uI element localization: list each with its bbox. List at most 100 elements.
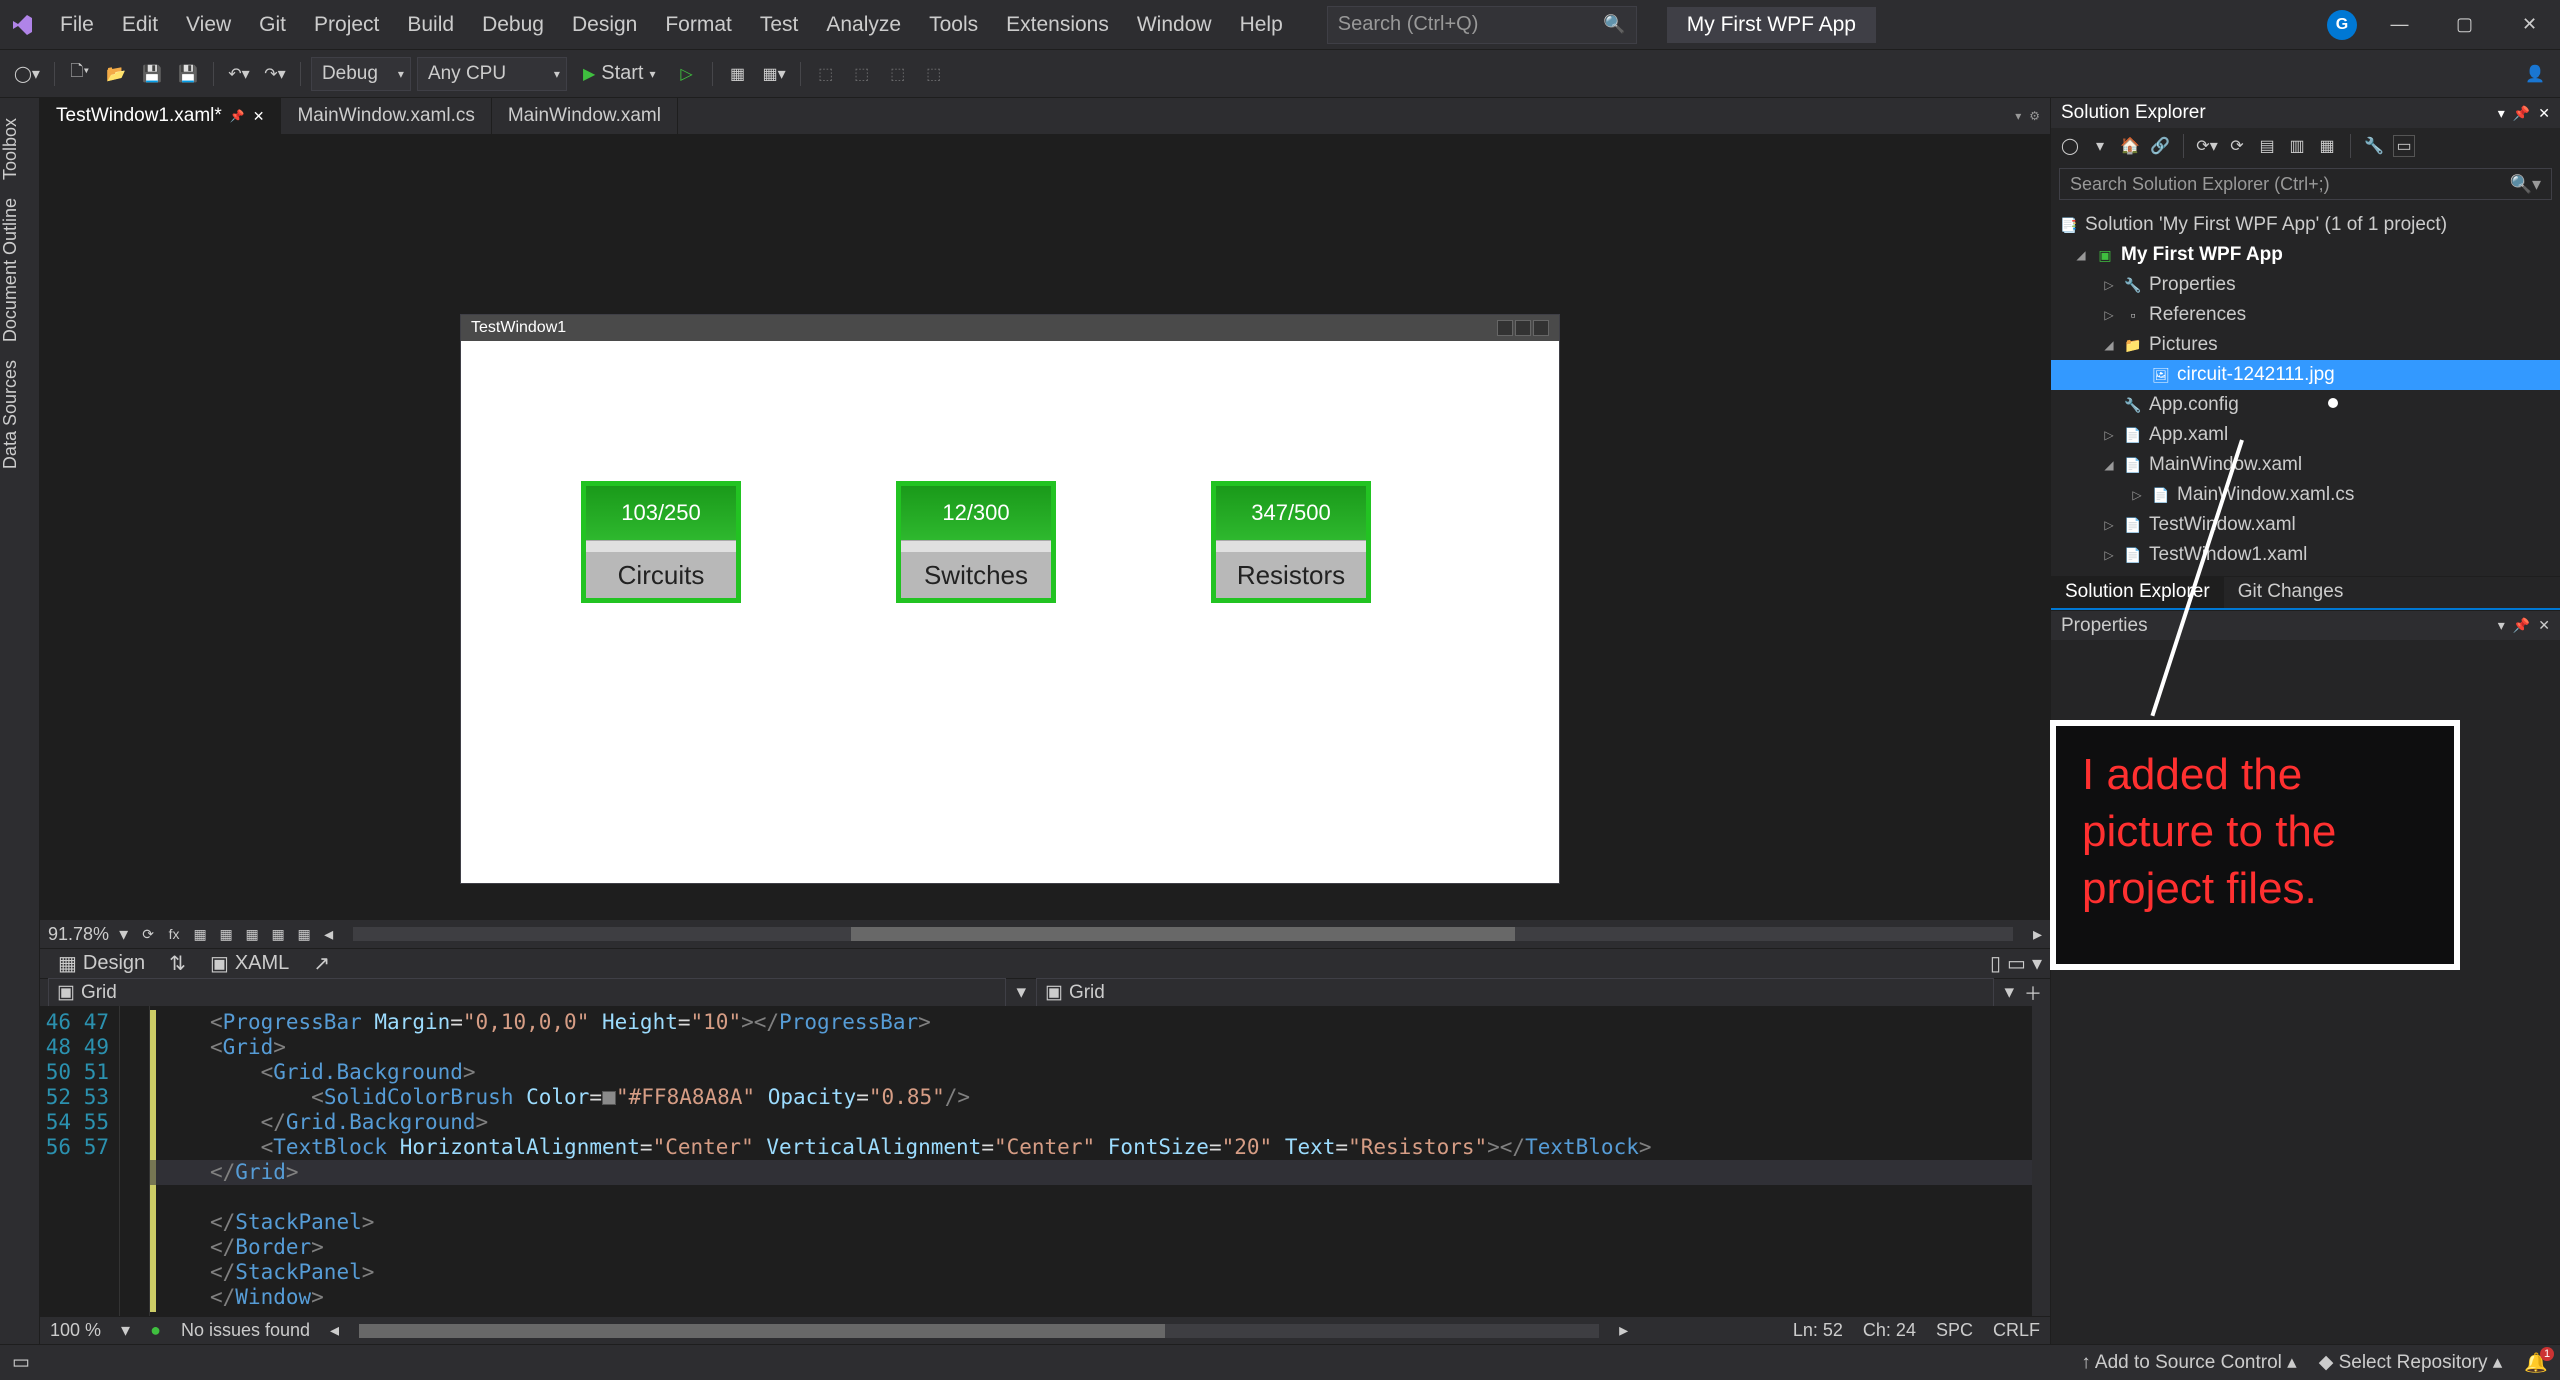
select-repository[interactable]: ◆ Select Repository ▴: [2319, 1351, 2503, 1374]
toolbox-tab[interactable]: Toolbox: [0, 118, 39, 180]
crumb-left[interactable]: ▣ Grid: [48, 978, 1006, 1007]
card-switches[interactable]: 12/300 Switches: [896, 481, 1056, 603]
panel-pin-icon[interactable]: 📌: [2513, 105, 2530, 122]
swap-icon[interactable]: ⇅: [169, 951, 186, 976]
global-search-input[interactable]: Search (Ctrl+Q) 🔍: [1327, 6, 1637, 44]
xaml-editor[interactable]: 46 47 48 49 50 51 52 53 54 55 56 57 <Pro…: [40, 1006, 2050, 1316]
output-icon[interactable]: ▭: [12, 1351, 30, 1374]
grid-icon[interactable]: ▦: [190, 924, 210, 944]
design-view-tab[interactable]: ▦ Design: [48, 949, 155, 978]
se-showall-icon[interactable]: ▥: [2286, 135, 2308, 157]
redo-button[interactable]: ↷▾: [260, 58, 290, 90]
close-icon[interactable]: ✕: [253, 108, 265, 125]
panel-close-icon[interactable]: ✕: [2538, 617, 2550, 634]
collapse-icon[interactable]: ▾: [2032, 951, 2042, 976]
tree-references[interactable]: ▷▫References: [2051, 300, 2560, 330]
zoom-level[interactable]: 91.78%: [48, 924, 109, 945]
se-fwd-icon[interactable]: ▾: [2089, 135, 2111, 157]
platform-dropdown[interactable]: Any CPU: [417, 57, 567, 91]
tree-properties[interactable]: ▷🔧Properties: [2051, 270, 2560, 300]
split-h-icon[interactable]: ▯: [1990, 951, 2001, 976]
se-collapse-icon[interactable]: ▤: [2256, 135, 2278, 157]
code-content[interactable]: <ProgressBar Margin="0,10,0,0" Height="1…: [150, 1006, 2032, 1316]
tree-project[interactable]: ◢▣My First WPF App: [2051, 240, 2560, 270]
menu-build[interactable]: Build: [393, 7, 468, 43]
indent-mode[interactable]: SPC: [1936, 1320, 1973, 1341]
menu-analyze[interactable]: Analyze: [812, 7, 915, 43]
tab-settings-gear-icon[interactable]: ⚙: [2029, 109, 2040, 123]
notifications-bell-icon[interactable]: 🔔1: [2524, 1351, 2548, 1375]
card-circuits[interactable]: 103/250 Circuits: [581, 481, 741, 603]
document-outline-tab[interactable]: Document Outline: [0, 198, 39, 342]
se-home-icon[interactable]: 🏠: [2119, 135, 2141, 157]
pin-icon[interactable]: 📌: [230, 109, 245, 123]
menu-debug[interactable]: Debug: [468, 7, 558, 43]
minimize-button[interactable]: —: [2377, 10, 2422, 40]
live-share-button[interactable]: 👤: [2520, 58, 2550, 90]
menu-design[interactable]: Design: [558, 7, 651, 43]
data-sources-tab[interactable]: Data Sources: [0, 360, 39, 469]
save-all-button[interactable]: 💾: [173, 58, 203, 90]
se-sync-icon[interactable]: 🔗: [2149, 135, 2171, 157]
se-prop-icon[interactable]: 🔧: [2363, 135, 2385, 157]
se-refresh-icon[interactable]: ⟳▾: [2196, 135, 2218, 157]
tree-testwindow[interactable]: ▷📄TestWindow.xaml: [2051, 510, 2560, 540]
card-resistors[interactable]: 347/500 Resistors: [1211, 481, 1371, 603]
fit-icon[interactable]: ⟳: [138, 924, 158, 944]
tab-testwindow1[interactable]: TestWindow1.xaml* 📌 ✕: [40, 98, 281, 134]
menu-format[interactable]: Format: [651, 7, 746, 43]
menu-help[interactable]: Help: [1226, 7, 1297, 43]
se-refresh2-icon[interactable]: ⟳: [2226, 135, 2248, 157]
editor-zoom[interactable]: 100 %: [50, 1320, 101, 1341]
tree-testwindow1[interactable]: ▷📄TestWindow1.xaml: [2051, 540, 2560, 570]
menu-view[interactable]: View: [172, 7, 245, 43]
eol-mode[interactable]: CRLF: [1993, 1320, 2040, 1341]
menu-project[interactable]: Project: [300, 7, 393, 43]
start-debug-button[interactable]: ▶ Start ▾: [573, 57, 666, 91]
menu-extensions[interactable]: Extensions: [992, 7, 1123, 43]
menu-test[interactable]: Test: [746, 7, 813, 43]
panel-close-icon[interactable]: ✕: [2538, 105, 2550, 122]
design-canvas[interactable]: TestWindow1 103/250 Circuits 12/300 Swit…: [460, 314, 1560, 884]
fx-icon[interactable]: fx: [164, 924, 184, 944]
popout-icon[interactable]: ↗: [313, 951, 330, 976]
tree-mainxamlcs[interactable]: ▷📄MainWindow.xaml.cs: [2051, 480, 2560, 510]
se-preview-icon[interactable]: ▭: [2393, 135, 2415, 157]
config-dropdown[interactable]: Debug: [311, 57, 411, 91]
tab-git-changes[interactable]: Git Changes: [2224, 577, 2358, 608]
editor-vscroll[interactable]: [2032, 1006, 2050, 1316]
maximize-button[interactable]: ▢: [2442, 10, 2487, 40]
designer-hscroll[interactable]: [353, 927, 2013, 941]
snap4-icon[interactable]: ▦: [294, 924, 314, 944]
nav-back-button[interactable]: ◯▾: [10, 58, 44, 90]
menu-file[interactable]: File: [46, 7, 108, 43]
tab-mainwindow-cs[interactable]: MainWindow.xaml.cs: [281, 98, 491, 134]
split-v-icon[interactable]: ▭: [2007, 951, 2026, 976]
menu-git[interactable]: Git: [245, 7, 300, 43]
menu-tools[interactable]: Tools: [915, 7, 992, 43]
menu-window[interactable]: Window: [1123, 7, 1226, 43]
menu-edit[interactable]: Edit: [108, 7, 172, 43]
start-without-debug-button[interactable]: ▷: [672, 58, 702, 90]
panel-dropdown-icon[interactable]: ▾: [2498, 617, 2505, 634]
undo-button[interactable]: ↶▾: [224, 58, 254, 90]
se-search-input[interactable]: Search Solution Explorer (Ctrl+;) 🔍▾: [2059, 168, 2552, 200]
editor-hscroll[interactable]: [359, 1324, 1599, 1338]
snap2-icon[interactable]: ▦: [242, 924, 262, 944]
designer-surface[interactable]: TestWindow1 103/250 Circuits 12/300 Swit…: [40, 134, 2050, 920]
open-button[interactable]: 📂: [101, 58, 131, 90]
crumb-right[interactable]: ▣ Grid: [1036, 978, 1994, 1007]
snap-icon[interactable]: ▦: [216, 924, 236, 944]
tb-icon-2[interactable]: ▦▾: [759, 58, 790, 90]
issues-text[interactable]: No issues found: [181, 1320, 310, 1341]
tree-picture-file[interactable]: 🖼circuit-1242111.jpg: [2051, 360, 2560, 390]
se-view-icon[interactable]: ▦: [2316, 135, 2338, 157]
tree-appxaml[interactable]: ▷📄App.xaml: [2051, 420, 2560, 450]
tb-icon-1[interactable]: ▦: [723, 58, 753, 90]
snap3-icon[interactable]: ▦: [268, 924, 288, 944]
panel-pin-icon[interactable]: 📌: [2513, 617, 2530, 634]
tree-pictures-folder[interactable]: ◢📁Pictures: [2051, 330, 2560, 360]
crumb-add-icon[interactable]: ＋: [2024, 980, 2042, 1006]
tree-solution-root[interactable]: 📑Solution 'My First WPF App' (1 of 1 pro…: [2051, 210, 2560, 240]
save-button[interactable]: 💾: [137, 58, 167, 90]
